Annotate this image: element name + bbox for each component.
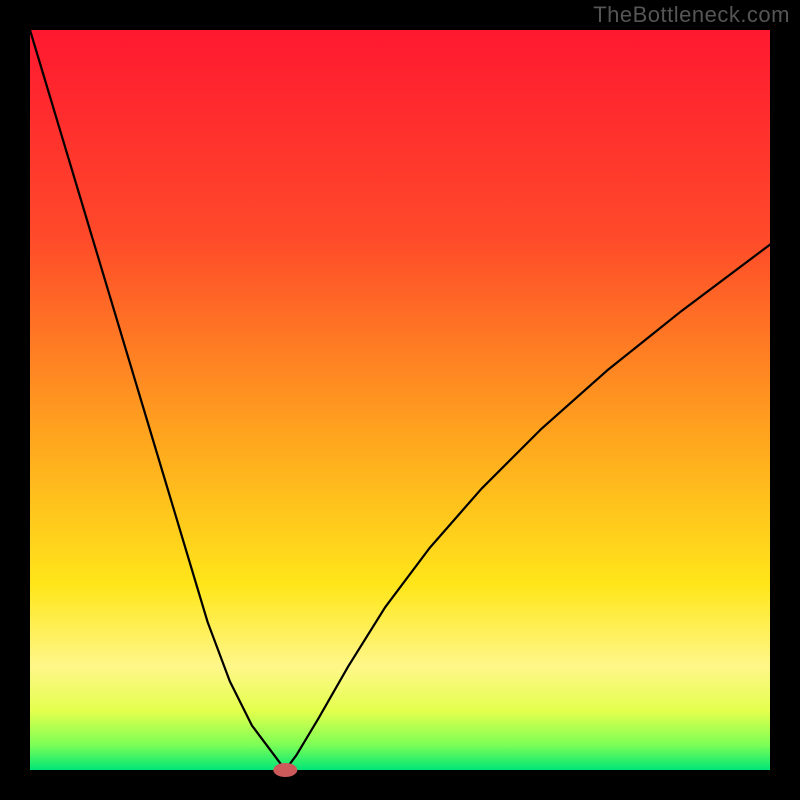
watermark-text: TheBottleneck.com xyxy=(593,2,790,28)
optimum-marker xyxy=(273,763,297,777)
bottleneck-chart xyxy=(0,0,800,800)
chart-frame: TheBottleneck.com xyxy=(0,0,800,800)
